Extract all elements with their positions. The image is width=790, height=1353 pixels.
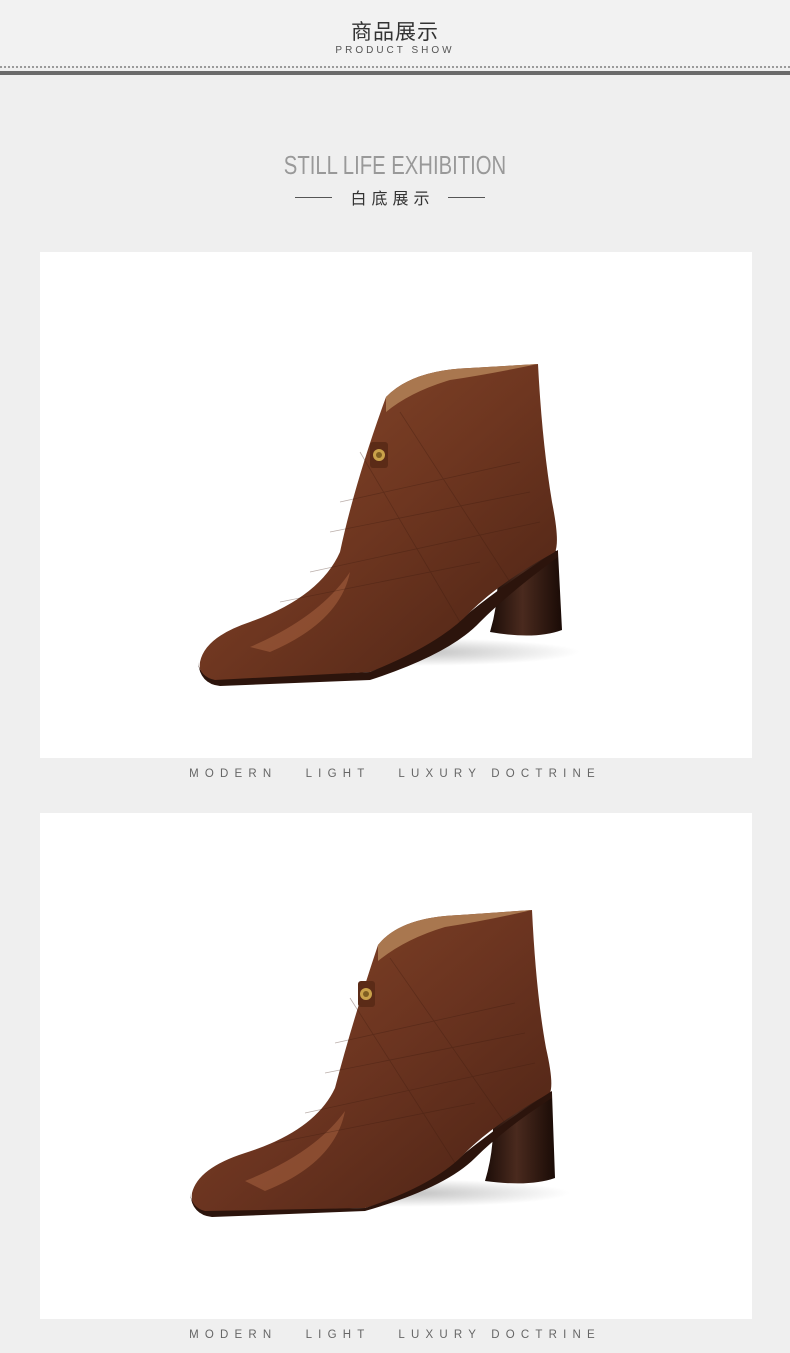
section-title: STILL LIFE EXHIBITION <box>283 150 507 180</box>
page-header: 商品展示 PRODUCT SHOW <box>0 0 790 66</box>
ankle-boot-image <box>198 364 580 686</box>
product-photo-1 <box>40 252 752 758</box>
photo-2-caption: MODERN LIGHT LUXURY DOCTRINE <box>189 1329 601 1341</box>
header-dotted-divider <box>0 66 790 68</box>
subtitle-rule-right <box>448 197 485 198</box>
header-divider <box>0 71 790 75</box>
section-subtitle-row: 白底展示 <box>0 185 790 209</box>
header-subtitle: PRODUCT SHOW <box>335 45 455 56</box>
ankle-boot-image <box>190 910 570 1217</box>
photo-1-caption: MODERN LIGHT LUXURY DOCTRINE <box>189 768 601 780</box>
subtitle-rule-left <box>295 197 332 198</box>
section-subtitle: 白底展示 <box>350 189 435 208</box>
product-photo-2 <box>40 813 752 1319</box>
header-title: 商品展示 <box>351 20 439 44</box>
